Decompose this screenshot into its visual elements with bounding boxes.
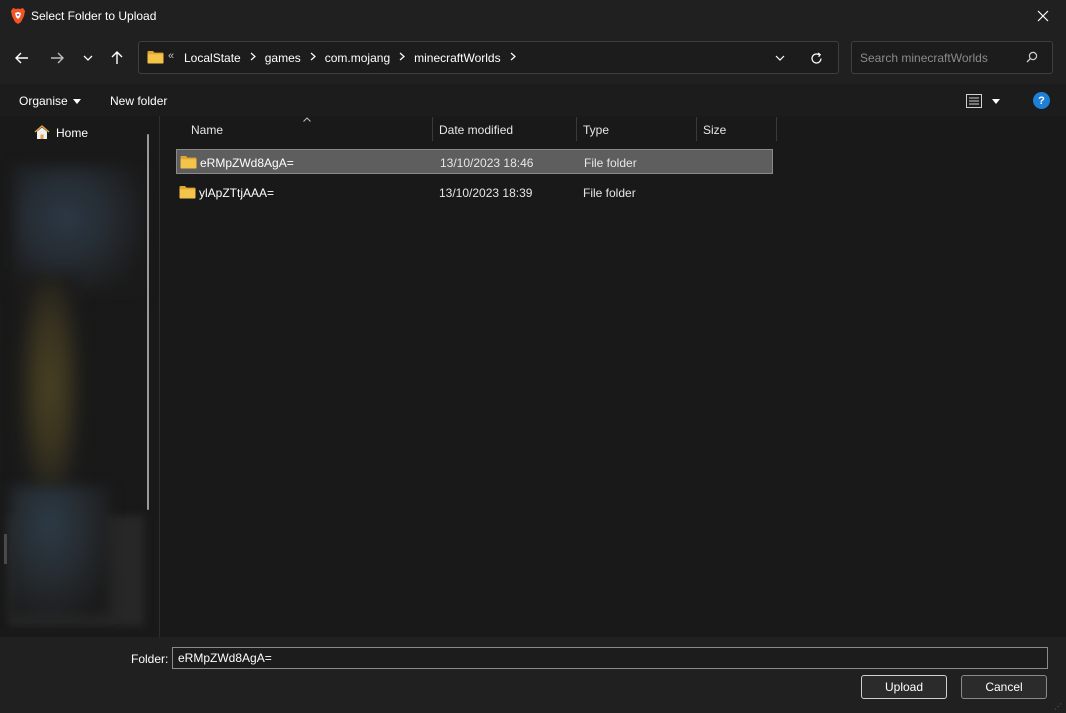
refresh-icon	[810, 52, 822, 64]
file-row[interactable]: eRMpZWd8AgA= 13/10/2023 18:46 File folde…	[176, 149, 773, 174]
column-headers: Name Date modified Type Size	[175, 117, 777, 141]
file-name: ylApZTtjAAA=	[199, 186, 275, 200]
home-icon	[34, 125, 50, 139]
file-type: File folder	[583, 186, 636, 200]
crumb-com-mojang[interactable]: com.mojang	[325, 51, 390, 65]
sidebar-scrollbar[interactable]	[147, 134, 149, 510]
sidebar-item-home[interactable]: Home	[34, 125, 88, 140]
file-name: eRMpZWd8AgA=	[200, 156, 294, 170]
details-view-icon	[966, 94, 982, 108]
sidebar-resize-handle[interactable]	[4, 534, 7, 564]
recent-locations-button[interactable]	[76, 46, 100, 70]
chevron-right-icon[interactable]	[399, 52, 406, 64]
column-header-type[interactable]: Type	[577, 117, 697, 141]
sidebar-item-label: Home	[56, 125, 89, 140]
refresh-button[interactable]	[806, 49, 826, 67]
close-button[interactable]	[1020, 0, 1066, 32]
navigation-pane: Home	[0, 116, 160, 637]
new-folder-button[interactable]: New folder	[110, 94, 167, 108]
column-header-name[interactable]: Name	[175, 117, 433, 141]
crumb-localstate[interactable]: LocalState	[184, 51, 241, 65]
folder-icon	[179, 186, 196, 199]
blurred-sidebar-items	[10, 486, 110, 616]
window-title: Select Folder to Upload	[31, 9, 157, 23]
organise-label: Organise	[19, 94, 68, 108]
command-toolbar: Organise New folder ?	[0, 84, 1066, 116]
address-history-dropdown[interactable]	[771, 50, 789, 66]
column-name-label: Name	[191, 123, 224, 137]
crumb-games[interactable]: games	[265, 51, 301, 65]
chevron-right-icon[interactable]	[510, 52, 516, 64]
navigation-bar: « LocalState games com.mojang minecraftW…	[0, 32, 1066, 84]
file-row[interactable]: ylApZTtjAAA= 13/10/2023 18:39 File folde…	[176, 180, 773, 205]
chevron-down-icon	[83, 55, 93, 61]
column-header-size[interactable]: Size	[697, 117, 777, 141]
column-date-label: Date modified	[439, 123, 514, 137]
upload-button[interactable]: Upload	[861, 675, 947, 699]
file-type: File folder	[584, 156, 637, 170]
chevron-right-icon[interactable]	[310, 52, 316, 64]
arrow-right-icon	[51, 52, 64, 64]
chevron-down-icon	[775, 55, 785, 61]
caret-down-icon	[72, 98, 81, 104]
folder-icon	[180, 156, 197, 169]
search-box[interactable]	[851, 41, 1053, 74]
search-input[interactable]	[860, 49, 1020, 67]
organise-menu-button[interactable]: Organise	[19, 94, 81, 108]
overflow-crumbs-button[interactable]: «	[168, 50, 174, 62]
folder-label: Folder:	[131, 652, 169, 666]
cancel-button[interactable]: Cancel	[961, 675, 1047, 699]
search-icon[interactable]	[1026, 51, 1038, 63]
caret-down-icon	[992, 98, 1000, 104]
change-view-button[interactable]	[966, 91, 1010, 111]
back-button[interactable]	[10, 46, 34, 70]
resize-grip-icon[interactable]: ⋰	[1054, 702, 1062, 711]
folder-name-input[interactable]	[172, 647, 1048, 669]
file-date-modified: 13/10/2023 18:39	[439, 186, 533, 200]
arrow-left-icon	[15, 52, 28, 64]
title-bar: Select Folder to Upload	[0, 0, 1066, 32]
column-size-label: Size	[703, 123, 727, 137]
sort-ascending-icon	[303, 117, 311, 122]
file-date-modified: 13/10/2023 18:46	[440, 156, 534, 170]
chevron-right-icon[interactable]	[250, 52, 256, 64]
column-type-label: Type	[583, 123, 610, 137]
file-list: Name Date modified Type Size eRMpZWd8AgA…	[161, 116, 1066, 637]
close-icon	[1037, 10, 1049, 22]
blurred-sidebar-items	[20, 276, 80, 496]
help-button[interactable]: ?	[1033, 92, 1050, 109]
dialog-footer: Folder: Upload Cancel ⋰	[0, 637, 1066, 713]
arrow-up-icon	[111, 51, 123, 64]
forward-button[interactable]	[45, 46, 69, 70]
brave-lion-icon	[11, 8, 25, 24]
column-header-date-modified[interactable]: Date modified	[433, 117, 577, 141]
address-bar[interactable]: « LocalState games com.mojang minecraftW…	[138, 41, 839, 74]
folder-icon	[147, 51, 164, 64]
crumb-minecraftworlds[interactable]: minecraftWorlds	[414, 51, 500, 65]
up-button[interactable]	[105, 46, 129, 70]
breadcrumb: LocalState games com.mojang minecraftWor…	[184, 51, 525, 65]
